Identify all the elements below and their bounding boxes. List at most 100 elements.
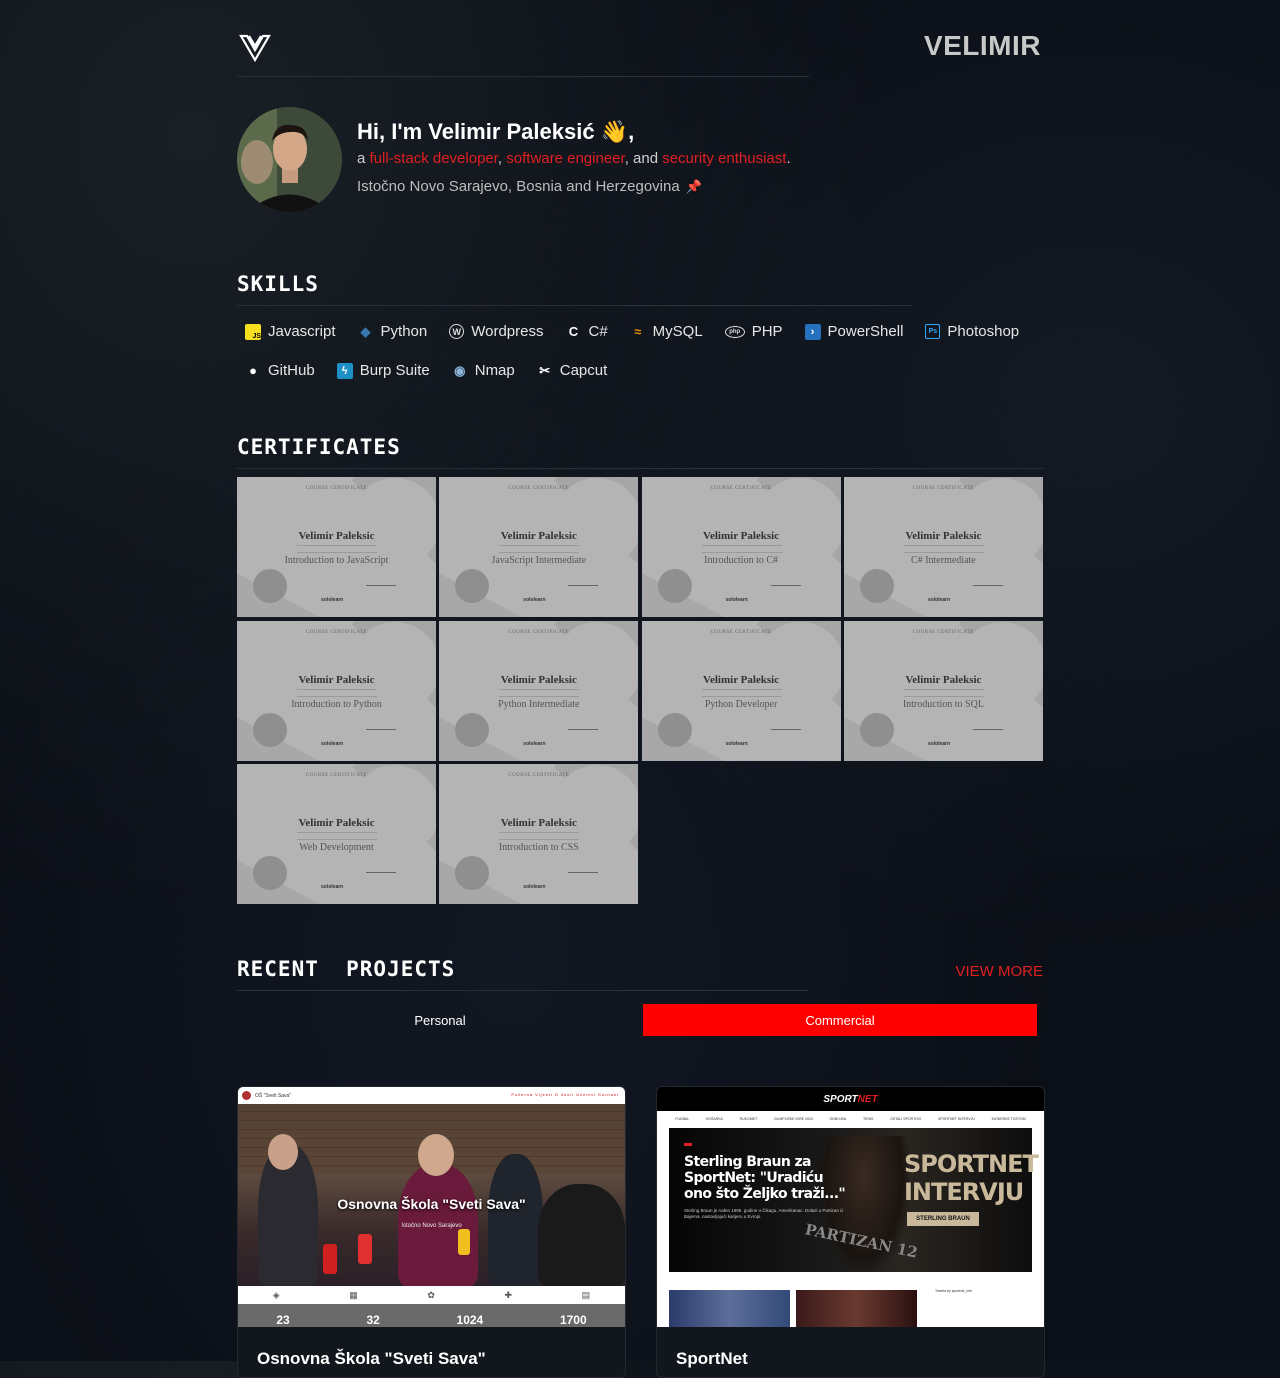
certificate-name: Velimir Paleksic — [905, 673, 982, 686]
certificate-card[interactable]: COURSE CERTIFICATE Velimir Paleksic Web De… — [237, 764, 436, 904]
skill-label: GitHub — [268, 362, 315, 379]
certificate-header: COURSE CERTIFICATE — [710, 486, 772, 491]
role-fullstack: full-stack developer — [369, 150, 498, 167]
skill-label: PHP — [751, 323, 783, 340]
skill-c-: C C# — [557, 312, 615, 351]
feature-icons-bar: ◈ ▦ ✿ ✚ ▤ — [238, 1286, 625, 1304]
project-card-school[interactable]: OŠ "Sveti Sava" Početna Vijesti O školi … — [237, 1086, 626, 1378]
sportnet-nav-item: RUKOMET — [739, 1117, 758, 1121]
certificate-name: Velimir Paleksic — [500, 673, 577, 686]
skills-list: JS Javascript ◆ Python W Wordpress C C# ≈ MySQL ph… — [237, 312, 1043, 390]
logo-text-accent: NET — [857, 1093, 878, 1105]
skill-label: C# — [588, 323, 608, 340]
page: VELIMIR Hi, I'm Velimir Paleksić 👋, a fu… — [237, 0, 1045, 1378]
csharp-icon: C — [568, 324, 579, 339]
certificate-header: COURSE CERTIFICATE — [305, 773, 368, 778]
certificate-header: COURSE CERTIFICATE — [508, 773, 570, 778]
sportnet-nav-item: KATARSKE TOSTOM — [991, 1117, 1026, 1121]
article-thumbnail — [669, 1290, 790, 1327]
skill-label: Nmap — [474, 362, 515, 379]
skill-burp-suite: ϟ Burp Suite — [329, 351, 438, 390]
tagline-suffix: . — [786, 150, 791, 167]
sportnet-nav: FUDBAL KOŠARKA RUKOMET OLIMPIJSKE IGRE 2024… — [657, 1111, 1044, 1127]
certificate-issuer: sololearn — [725, 597, 748, 603]
capcut-icon: ✂ — [539, 362, 551, 378]
hero-excerpt: Sterling Braun je rođen 1996. godine u Č… — [684, 1208, 844, 1219]
signature — [770, 721, 801, 730]
sportnet-nav-item: TENIS — [863, 1117, 874, 1121]
skill-label: Javascript — [268, 323, 336, 340]
project-name[interactable]: SportNet — [676, 1349, 748, 1369]
intro: Hi, I'm Velimir Paleksić 👋, a full-stack… — [237, 107, 1043, 217]
sportnet-nav-item: KOŠARKA — [705, 1117, 723, 1121]
hero-subtitle: Istočno Novo Sarajevo — [401, 1223, 462, 1229]
tagline-prefix: a — [357, 150, 370, 167]
certificate-card[interactable]: COURSE CERTIFICATE Velimir Paleksic JavaSc… — [439, 477, 639, 617]
certificate-issuer: sololearn — [523, 597, 546, 603]
tab-commercial[interactable]: Commercial — [643, 1004, 1037, 1036]
project-tabs: Personal Commercial — [237, 1004, 1043, 1036]
certificate-card[interactable]: COURSE CERTIFICATE Velimir Paleksic Introd… — [237, 620, 436, 761]
view-more-link[interactable]: VIEW MORE — [955, 963, 1043, 980]
projects-section: RECENT PROJECTS VIEW MORE Personal Comme… — [237, 957, 1045, 1378]
certificates-title: CERTIFICATES — [237, 435, 401, 459]
certificate-name: Velimir Paleksic — [703, 530, 780, 542]
certificate-seal-icon — [657, 712, 692, 747]
skill-powershell: › PowerShell — [797, 312, 912, 351]
project-name[interactable]: Osnovna Škola "Sveti Sava" — [257, 1349, 486, 1369]
hero-article: PARTIZAN 12 Sterling Braun za SportNet: … — [669, 1128, 1039, 1272]
sportnet-logo: SPORT NET — [657, 1087, 1044, 1111]
skill-php: php PHP — [717, 312, 791, 351]
certificate-card[interactable]: COURSE CERTIFICATE Velimir Paleksic Python… — [641, 620, 841, 761]
logo-text: SPORT — [823, 1093, 858, 1105]
brand-name[interactable]: VELIMIR — [924, 30, 1041, 62]
greeting: Hi, I'm Velimir Paleksić 👋, — [357, 119, 635, 144]
tab-personal[interactable]: Personal — [237, 1004, 643, 1036]
sportnet-nav-item: FUDBAL — [675, 1117, 690, 1121]
signature — [568, 721, 599, 730]
skill-label: Capcut — [559, 362, 608, 379]
skill-javascript: JS Javascript — [237, 312, 344, 351]
certificate-issuer: sololearn — [927, 740, 951, 747]
certificate-header: COURSE CERTIFICATE — [508, 486, 570, 491]
project-screenshot: SPORT NET FUDBAL KOŠARKA RUKOMET OLIMPIJSKE … — [657, 1087, 1044, 1327]
certificate-header: COURSE CERTIFICATE — [710, 629, 772, 635]
certificate-issuer: sololearn — [523, 884, 546, 890]
hero-title: Osnovna Škola "Sveti Sava" — [337, 1196, 526, 1212]
certificate-course: Web Development — [299, 842, 374, 853]
certificate-seal-icon — [859, 569, 894, 603]
certificate-course: JavaScript Intermediate — [491, 555, 587, 566]
tagline-sep-1: , — [497, 150, 507, 167]
school-crest-icon — [242, 1091, 251, 1100]
skill-label: PowerShell — [827, 323, 904, 340]
stat-value: 23 — [276, 1313, 290, 1327]
site-label: OŠ "Sveti Sava" — [255, 1092, 292, 1099]
skill-label: MySQL — [652, 323, 703, 340]
logo-icon[interactable] — [239, 32, 271, 64]
feature-icon: ▤ — [581, 1289, 591, 1300]
role-software-engineer: software engineer — [506, 150, 625, 167]
stat-value: 32 — [366, 1313, 380, 1327]
skill-github: ● GitHub — [237, 351, 323, 390]
stat-value: 1700 — [559, 1313, 587, 1327]
certificate-issuer: sololearn — [321, 597, 344, 603]
pushpin-icon: 📌 — [685, 179, 702, 194]
certificate-card[interactable]: COURSE CERTIFICATE Velimir Paleksic Introd… — [641, 477, 841, 617]
stat-value: 1024 — [456, 1313, 484, 1327]
certificate-name: Velimir Paleksic — [298, 530, 375, 542]
certificate-card[interactable]: COURSE CERTIFICATE Velimir Paleksic Introd… — [439, 764, 639, 904]
tagline-sep-2: , and — [624, 150, 663, 167]
site-nav: Početna Vijesti O školi Učenici Kontakt — [511, 1092, 619, 1097]
certificate-course: C# Intermediate — [911, 555, 976, 566]
certificate-card[interactable]: COURSE CERTIFICATE Velimir Paleksic Introd… — [237, 477, 436, 617]
project-card-sportnet[interactable]: SPORT NET FUDBAL KOŠARKA RUKOMET OLIMPIJSKE … — [656, 1086, 1045, 1378]
certificate-header: COURSE CERTIFICATE — [305, 629, 368, 635]
skills-title: SKILLS — [237, 272, 319, 296]
certificate-card[interactable]: COURSE CERTIFICATE Velimir Paleksic Introd… — [843, 620, 1043, 761]
certificate-card[interactable]: COURSE CERTIFICATE Velimir Paleksic C# Int… — [843, 477, 1043, 617]
skills-section: SKILLS JS Javascript ◆ Python W Wordpress C C# ≈… — [237, 272, 1043, 390]
skill-photoshop: Ps Photoshop — [917, 312, 1027, 351]
sportnet-body: PARTIZAN 12 Sterling Braun za SportNet: … — [657, 1127, 1044, 1327]
certificate-card[interactable]: COURSE CERTIFICATE Velimir Paleksic Python… — [439, 620, 639, 761]
certificate-issuer: sololearn — [321, 884, 344, 890]
